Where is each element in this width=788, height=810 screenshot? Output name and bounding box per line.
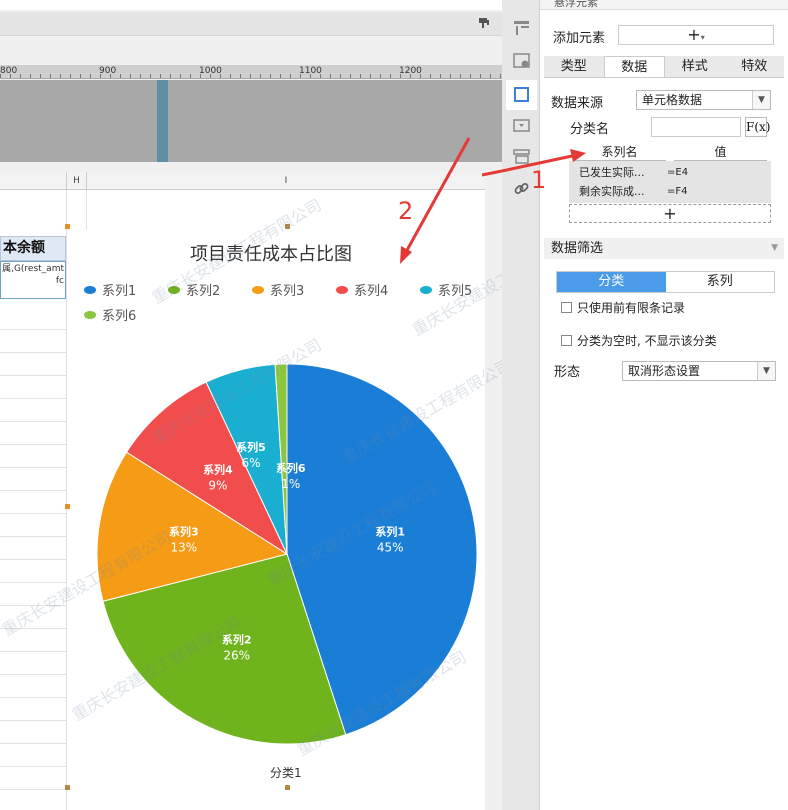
annotation-label-2: 2 (398, 197, 414, 225)
series-row[interactable]: 已发生实际... =E4 (569, 163, 771, 182)
add-element-button[interactable]: +▾ (618, 25, 774, 45)
series-table-body: 已发生实际... =E4 剩余实际成... =F4 (569, 161, 771, 203)
filter-toggle-series[interactable]: 系列 (665, 272, 774, 292)
plus-icon: + (687, 25, 701, 44)
checkbox[interactable] (561, 302, 572, 313)
shape-select[interactable]: 取消形态设置 ▼ (622, 361, 776, 381)
category-name-input[interactable] (651, 117, 741, 137)
cell-element-info-icon[interactable] (513, 52, 530, 69)
shape-label: 形态 (554, 365, 581, 380)
category-name-label: 分类名 (570, 122, 610, 137)
series-row[interactable]: 剩余实际成... =F4 (569, 182, 771, 201)
series-row-name[interactable]: 剩余实际成... (569, 182, 661, 201)
data-source-select[interactable]: 单元格数据 ▼ (636, 90, 771, 110)
add-series-button[interactable]: + (569, 204, 771, 223)
cell-attribute-icon[interactable] (513, 19, 530, 36)
formula-button[interactable]: F(x) (745, 117, 770, 137)
properties-panel: 悬浮元素 添加元素 +▾ 类型 数据 样式 特效 数据来源 单元格数据 ▼ 分类… (502, 0, 788, 810)
data-filter-label: 数据筛选 (551, 241, 604, 256)
widget-settings-icon[interactable] (513, 117, 530, 134)
chevron-down-icon: ▼ (771, 243, 778, 253)
filter-toggle-category[interactable]: 分类 (557, 272, 666, 292)
report-designer-canvas[interactable]: 800 900 1000 1100 1200 H I 本余额 属,G(rest_… (0, 0, 502, 810)
tab-effects[interactable]: 特效 (725, 56, 785, 77)
add-element-label: 添加元素 (553, 31, 606, 46)
shape-value: 取消形态设置 (628, 364, 701, 378)
only-first-records-label: 只使用前有限条记录 (577, 301, 686, 315)
tab-type[interactable]: 类型 (544, 56, 604, 77)
data-filter-section[interactable]: 数据筛选 ▼ (544, 238, 784, 259)
only-first-records-option[interactable]: 只使用前有限条记录 (561, 299, 685, 316)
chevron-down-icon: ▼ (757, 362, 775, 380)
float-element-icon[interactable] (506, 80, 537, 110)
series-value-column: 值 (674, 145, 767, 161)
condition-attribute-icon[interactable] (513, 148, 530, 165)
series-row-value[interactable]: =E4 (661, 163, 731, 182)
panel-header-title: 悬浮元素 (554, 0, 598, 9)
checkbox[interactable] (561, 335, 572, 346)
data-source-value: 单元格数据 (642, 93, 703, 107)
chevron-down-icon: ▾ (700, 33, 705, 42)
tab-style[interactable]: 样式 (665, 56, 725, 77)
hide-empty-category-label: 分类为空时, 不显示该分类 (577, 334, 717, 348)
hyperlink-icon[interactable] (513, 180, 530, 197)
property-tabs: 类型 数据 样式 特效 (544, 56, 784, 78)
panel-icon-bar (502, 0, 540, 810)
annotation-arrows (400, 137, 502, 264)
series-table: 系列名 值 已发生实际... =E4 剩余实际成... =F4 (569, 145, 771, 203)
filter-toggle: 分类 系列 (556, 271, 775, 293)
panel-header: 悬浮元素 (540, 0, 788, 10)
chevron-down-icon: ▼ (752, 91, 770, 109)
annotation-label-1: 1 (531, 166, 547, 194)
float-element-properties: 悬浮元素 添加元素 +▾ 类型 数据 样式 特效 数据来源 单元格数据 ▼ 分类… (540, 0, 788, 810)
series-row-name[interactable]: 已发生实际... (569, 163, 661, 182)
tab-data[interactable]: 数据 (603, 56, 665, 77)
series-name-column: 系列名 (573, 145, 666, 161)
series-table-header: 系列名 值 (569, 145, 771, 161)
series-row-value[interactable]: =F4 (661, 182, 731, 201)
hide-empty-category-option[interactable]: 分类为空时, 不显示该分类 (561, 332, 717, 349)
data-source-label: 数据来源 (551, 96, 604, 111)
